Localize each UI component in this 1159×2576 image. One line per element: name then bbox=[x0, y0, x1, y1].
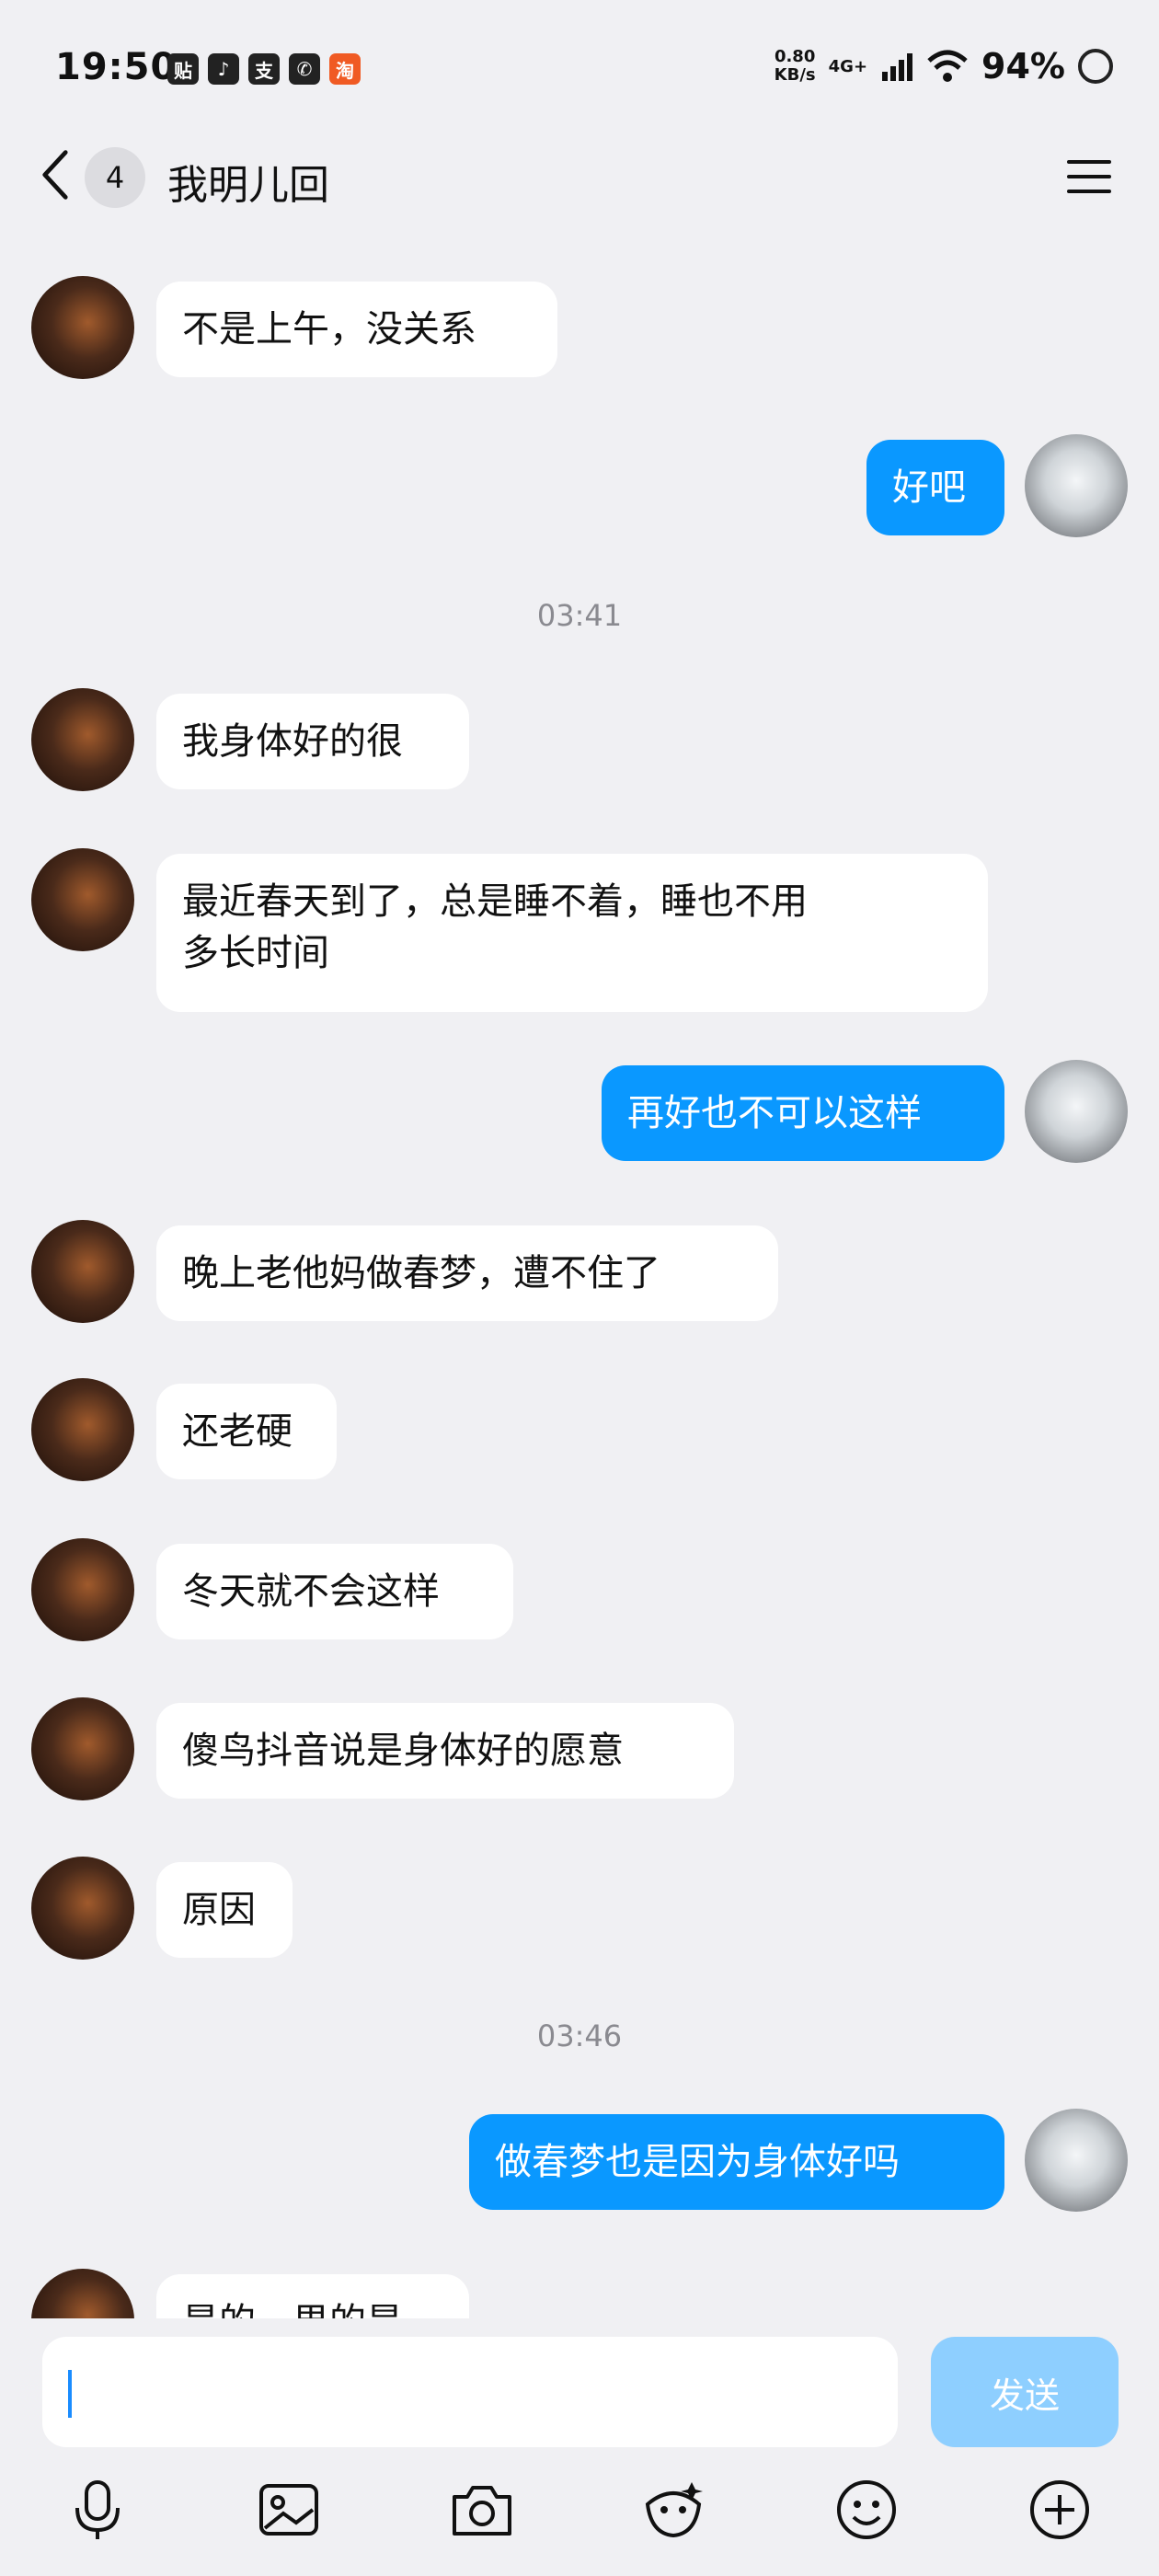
notification-icons: 贴 ♪ 支 ✆ 淘 bbox=[167, 53, 361, 85]
sticker-icon[interactable] bbox=[640, 2477, 706, 2543]
message-line: 最近春天到了，总是睡不着，睡也不用 bbox=[182, 880, 808, 923]
unread-count-badge[interactable]: 4 bbox=[85, 147, 145, 208]
plus-icon[interactable] bbox=[1027, 2477, 1093, 2543]
signal-icon bbox=[882, 53, 913, 81]
message-bubble-received: 傻鸟抖音说是身体好的愿意 bbox=[156, 1703, 734, 1799]
back-icon[interactable] bbox=[37, 147, 74, 202]
peer-avatar[interactable] bbox=[31, 848, 134, 951]
timestamp: 03:41 bbox=[536, 598, 623, 633]
peer-avatar[interactable] bbox=[31, 1857, 134, 1960]
image-icon[interactable] bbox=[256, 2477, 322, 2543]
network-speed: 0.80 KB/s bbox=[774, 47, 816, 85]
menu-icon[interactable] bbox=[1065, 156, 1113, 197]
my-avatar[interactable] bbox=[1025, 2109, 1128, 2212]
message-bubble-sent: 再好也不可以这样 bbox=[602, 1065, 1004, 1161]
timestamp: 03:46 bbox=[536, 2018, 623, 2053]
message-bubble-sent: 好吧 bbox=[866, 440, 1004, 535]
peer-avatar[interactable] bbox=[31, 276, 134, 379]
network-type: 4G+ bbox=[828, 56, 868, 76]
battery-percent: 94% bbox=[981, 46, 1065, 86]
message-bubble-received: 不是上午，没关系 bbox=[156, 282, 557, 377]
message-bubble-received: 我身体好的很 bbox=[156, 694, 469, 789]
message-input[interactable] bbox=[42, 2337, 898, 2447]
message-bubble-received: 还老硬 bbox=[156, 1384, 337, 1479]
taobao-icon: 淘 bbox=[329, 53, 361, 85]
status-time: 19:50 bbox=[55, 46, 178, 88]
alipay-icon: 支 bbox=[248, 53, 280, 85]
peer-avatar[interactable] bbox=[31, 1538, 134, 1641]
status-bar: 19:50 贴 ♪ 支 ✆ 淘 0.80 KB/s 4G+ 94% bbox=[0, 0, 1159, 138]
peer-avatar[interactable] bbox=[31, 1378, 134, 1481]
status-right: 0.80 KB/s 4G+ 94% bbox=[775, 46, 1113, 86]
message-bubble-received: 晚上老他妈做春梦，遭不住了 bbox=[156, 1225, 778, 1321]
my-avatar[interactable] bbox=[1025, 434, 1128, 537]
message-bubble-received: 最近春天到了，总是睡不着，睡也不用 多长时间 bbox=[156, 854, 988, 1012]
douyin-icon: ♪ bbox=[208, 53, 239, 85]
peer-avatar[interactable] bbox=[31, 1697, 134, 1800]
wifi-icon bbox=[927, 50, 968, 82]
mic-icon[interactable] bbox=[64, 2477, 131, 2543]
camera-icon[interactable] bbox=[449, 2477, 515, 2543]
battery-icon bbox=[1078, 49, 1113, 84]
peer-avatar[interactable] bbox=[31, 1220, 134, 1323]
wechat-icon: ✆ bbox=[289, 53, 320, 85]
chat-title: 我明儿回 bbox=[167, 162, 329, 209]
message-line: 多长时间 bbox=[182, 932, 329, 974]
tieba-icon: 贴 bbox=[167, 53, 199, 85]
my-avatar[interactable] bbox=[1025, 1060, 1128, 1163]
emoji-icon[interactable] bbox=[833, 2477, 900, 2543]
send-button[interactable]: 发送 bbox=[931, 2337, 1119, 2447]
peer-avatar[interactable] bbox=[31, 688, 134, 791]
message-bubble-sent: 做春梦也是因为身体好吗 bbox=[469, 2114, 1004, 2210]
message-bubble-received: 原因 bbox=[156, 1862, 293, 1958]
text-caret bbox=[68, 2370, 72, 2418]
message-bubble-received: 冬天就不会这样 bbox=[156, 1544, 513, 1639]
